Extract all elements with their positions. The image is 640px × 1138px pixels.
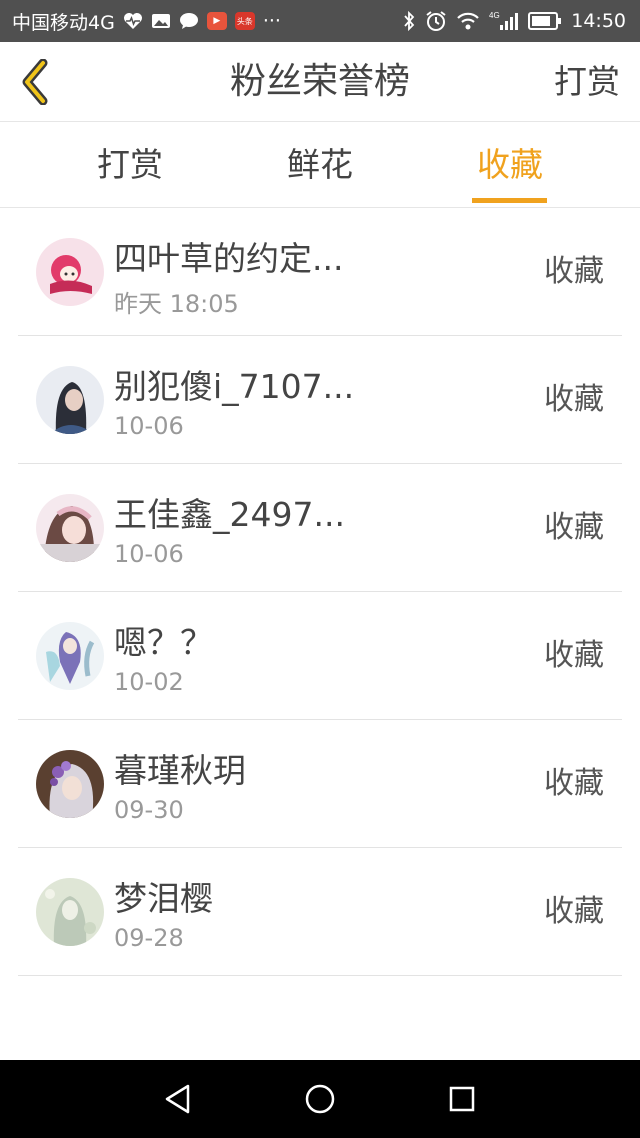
signal-icon: 4G	[489, 10, 519, 32]
favorite-label: 收藏	[544, 510, 604, 545]
back-button[interactable]	[14, 56, 54, 108]
favorite-label: 收藏	[544, 254, 604, 289]
favorite-label: 收藏	[544, 382, 604, 417]
more-notifications: ···	[262, 10, 281, 32]
nav-back-button[interactable]	[158, 1079, 198, 1119]
clock-time: 14:50	[571, 10, 626, 32]
news-app-icon: 头条	[234, 12, 255, 30]
fan-name: 暮瑾秋玥	[114, 751, 246, 790]
fan-name: 嗯？？	[114, 623, 213, 662]
fan-date: 10-02	[114, 668, 184, 696]
fan-name: 别犯傻i_7107...	[114, 367, 355, 406]
avatar[interactable]	[36, 366, 104, 434]
triangle-back-icon	[165, 1084, 190, 1114]
fan-name: 梦泪樱	[114, 879, 213, 918]
wifi-icon	[456, 11, 480, 31]
favorite-label: 收藏	[544, 894, 604, 929]
system-nav-bar	[0, 1060, 640, 1138]
nav-home-button[interactable]	[300, 1079, 340, 1119]
list-item[interactable]: 梦泪樱 09-28 收藏	[0, 848, 640, 976]
network-type-label: 4G	[489, 11, 500, 20]
fan-date: 09-30	[114, 796, 184, 824]
bluetooth-icon	[402, 10, 416, 32]
list-item[interactable]: 四叶草的约定... 昨天 18:05 收藏	[0, 208, 640, 336]
status-left: 中国移动4G ▶ 头条 ···	[12, 0, 281, 42]
reward-button[interactable]: 打赏	[554, 42, 620, 122]
avatar[interactable]	[36, 238, 104, 306]
tab-flowers[interactable]: 鲜花	[250, 122, 390, 208]
fan-date: 10-06	[114, 412, 184, 440]
photo-icon	[151, 12, 171, 30]
fan-list: 四叶草的约定... 昨天 18:05 收藏 别犯傻i_7107... 10-06…	[0, 208, 640, 976]
circle-home-icon	[305, 1084, 335, 1114]
battery-icon	[528, 12, 562, 30]
carrier-label: 中国移动4G	[12, 11, 115, 34]
heart-rate-icon	[123, 12, 143, 30]
favorite-label: 收藏	[544, 638, 604, 673]
list-item[interactable]: 暮瑾秋玥 09-30 收藏	[0, 720, 640, 848]
nav-recent-button[interactable]	[442, 1079, 482, 1119]
square-recent-icon	[449, 1086, 475, 1112]
avatar[interactable]	[36, 494, 104, 562]
avatar[interactable]	[36, 750, 104, 818]
active-tab-indicator	[472, 198, 547, 203]
fan-date: 09-28	[114, 924, 184, 952]
fan-name: 四叶草的约定...	[114, 239, 344, 278]
tab-reward[interactable]: 打赏	[60, 122, 200, 208]
chat-icon	[179, 12, 199, 30]
fan-date: 昨天 18:05	[114, 290, 239, 318]
status-bar: 中国移动4G ▶ 头条 ··· 4G 14:50	[0, 0, 640, 42]
list-item[interactable]: 嗯？？ 10-02 收藏	[0, 592, 640, 720]
favorite-label: 收藏	[544, 766, 604, 801]
header-bar: 粉丝荣誉榜 打赏	[0, 42, 640, 122]
page-title: 粉丝荣誉榜	[229, 61, 410, 102]
alarm-icon	[425, 10, 447, 32]
avatar[interactable]	[36, 878, 104, 946]
list-item[interactable]: 王佳鑫_2497... 10-06 收藏	[0, 464, 640, 592]
video-app-icon: ▶	[206, 12, 227, 30]
status-right: 4G 14:50	[402, 0, 626, 42]
list-item[interactable]: 别犯傻i_7107... 10-06 收藏	[0, 336, 640, 464]
fan-date: 10-06	[114, 540, 184, 568]
tab-favorites[interactable]: 收藏	[440, 122, 580, 208]
avatar[interactable]	[36, 622, 104, 690]
tab-bar: 打赏 鲜花 收藏	[0, 122, 640, 208]
fan-name: 王佳鑫_2497...	[114, 495, 345, 534]
chevron-left-icon	[22, 59, 48, 105]
divider	[18, 975, 622, 976]
